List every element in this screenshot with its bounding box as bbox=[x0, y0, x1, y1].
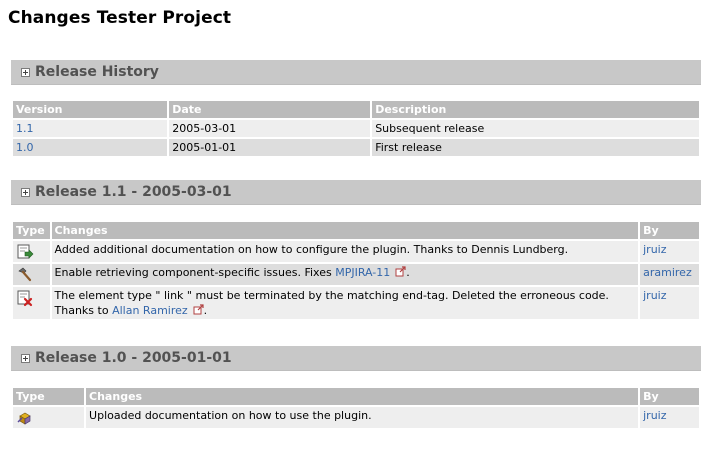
author-link[interactable]: jruiz bbox=[643, 243, 666, 256]
column-header-by: By bbox=[640, 388, 699, 405]
author-link[interactable]: jruiz bbox=[643, 409, 666, 422]
table-row: 1.0 2005-01-01 First release bbox=[13, 139, 699, 156]
table-row: The element type " link " must be termin… bbox=[13, 287, 699, 319]
type-cell bbox=[13, 264, 50, 285]
release-1-1-header[interactable]: Release 1.1 - 2005-03-01 bbox=[11, 180, 701, 205]
author-cell: jruiz bbox=[640, 241, 699, 262]
section-title: Release 1.1 - 2005-03-01 bbox=[35, 184, 232, 200]
external-link-icon[interactable] bbox=[193, 304, 204, 315]
update-icon bbox=[17, 412, 31, 425]
column-header-version: Version bbox=[13, 101, 168, 118]
expand-toggle-icon[interactable] bbox=[21, 68, 30, 77]
section-title: Release History bbox=[35, 64, 159, 80]
version-cell: 1.1 bbox=[13, 120, 168, 137]
fix-icon bbox=[18, 267, 32, 282]
remove-icon bbox=[17, 290, 33, 307]
author-cell: jruiz bbox=[640, 407, 699, 428]
change-text: Enable retrieving component-specific iss… bbox=[54, 266, 336, 279]
expand-toggle-icon[interactable] bbox=[21, 188, 30, 197]
release-history-header[interactable]: Release History bbox=[11, 60, 701, 85]
type-cell bbox=[13, 407, 85, 428]
description-cell: Subsequent release bbox=[372, 120, 699, 137]
table-header-row: Type Changes By bbox=[13, 388, 699, 405]
table-row: Enable retrieving component-specific iss… bbox=[13, 264, 699, 285]
column-header-type: Type bbox=[13, 388, 85, 405]
thanks-link[interactable]: Allan Ramirez bbox=[112, 304, 188, 317]
column-header-date: Date bbox=[169, 101, 371, 118]
page-title: Changes Tester Project bbox=[8, 8, 232, 28]
section-title: Release 1.0 - 2005-01-01 bbox=[35, 350, 232, 366]
table-row: 1.1 2005-03-01 Subsequent release bbox=[13, 120, 699, 137]
release-1-1-changes-table: Type Changes By Added additional documen… bbox=[11, 220, 701, 321]
version-link[interactable]: 1.0 bbox=[16, 141, 34, 154]
table-header-row: Type Changes By bbox=[13, 222, 699, 239]
version-cell: 1.0 bbox=[13, 139, 168, 156]
expand-toggle-icon[interactable] bbox=[21, 354, 30, 363]
description-cell: First release bbox=[372, 139, 699, 156]
change-text-suffix: . bbox=[203, 304, 208, 317]
type-cell bbox=[13, 287, 50, 319]
column-header-changes: Changes bbox=[51, 222, 639, 239]
author-link[interactable]: jruiz bbox=[643, 289, 666, 302]
release-1-0-header[interactable]: Release 1.0 - 2005-01-01 bbox=[11, 346, 701, 371]
release-1-0-changes-table: Type Changes By Uploaded documentation o… bbox=[11, 386, 701, 430]
release-history-table: Version Date Description 1.1 2005-03-01 … bbox=[11, 99, 701, 158]
date-cell: 2005-01-01 bbox=[169, 139, 371, 156]
author-link[interactable]: aramirez bbox=[643, 266, 692, 279]
change-description: Enable retrieving component-specific iss… bbox=[51, 264, 639, 285]
date-cell: 2005-03-01 bbox=[169, 120, 371, 137]
change-description: The element type " link " must be termin… bbox=[51, 287, 639, 319]
change-text-suffix: . bbox=[406, 266, 410, 279]
external-link-icon[interactable] bbox=[395, 266, 406, 277]
author-cell: aramirez bbox=[640, 264, 699, 285]
change-description: Added additional documentation on how to… bbox=[51, 241, 639, 262]
issue-link[interactable]: MPJIRA-11 bbox=[335, 266, 390, 279]
version-link[interactable]: 1.1 bbox=[16, 122, 34, 135]
table-row: Uploaded documentation on how to use the… bbox=[13, 407, 699, 428]
author-cell: jruiz bbox=[640, 287, 699, 319]
type-cell bbox=[13, 241, 50, 262]
column-header-changes: Changes bbox=[86, 388, 639, 405]
table-header-row: Version Date Description bbox=[13, 101, 699, 118]
add-icon bbox=[17, 244, 34, 259]
change-description: Uploaded documentation on how to use the… bbox=[86, 407, 639, 428]
column-header-description: Description bbox=[372, 101, 699, 118]
column-header-by: By bbox=[640, 222, 699, 239]
table-row: Added additional documentation on how to… bbox=[13, 241, 699, 262]
column-header-type: Type bbox=[13, 222, 50, 239]
